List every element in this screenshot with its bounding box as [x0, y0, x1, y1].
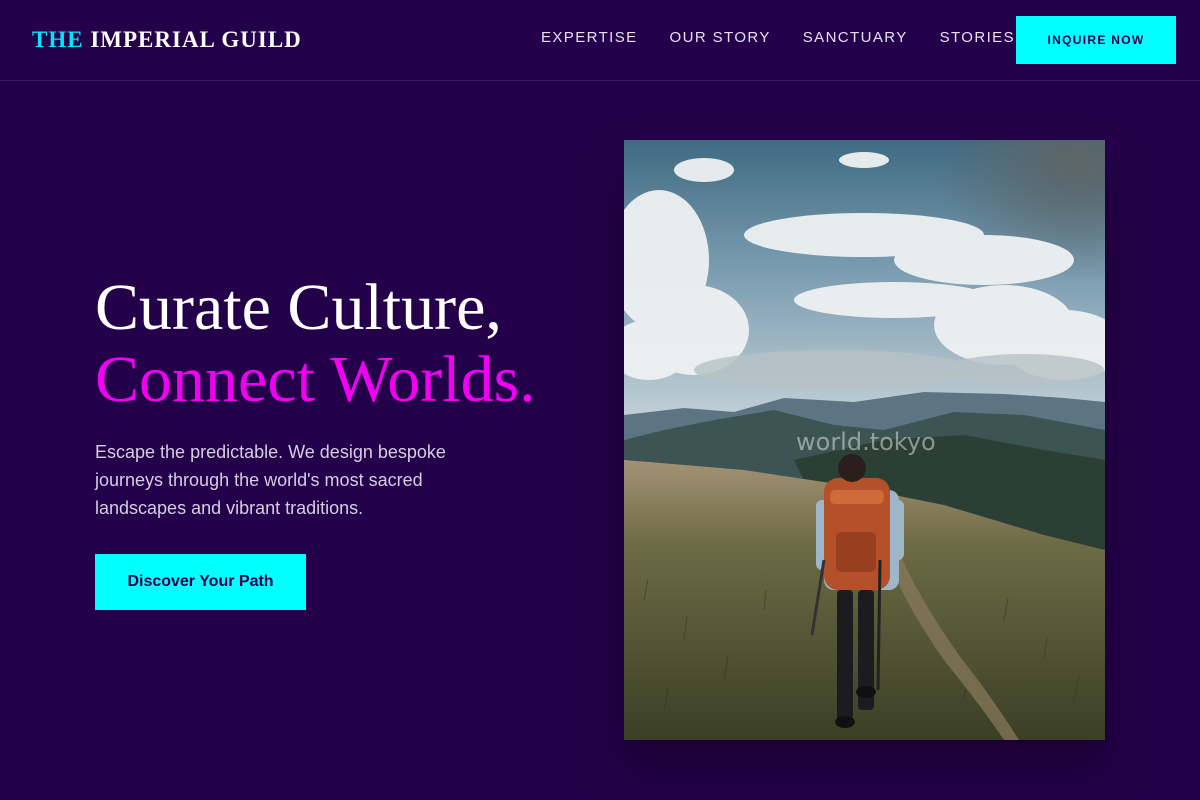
hero-title-line1: Curate Culture,: [95, 271, 502, 344]
nav-item-sanctuary[interactable]: SANCTUARY: [803, 29, 908, 46]
nav-item-our-story[interactable]: OUR STORY: [670, 29, 771, 46]
image-watermark: world.tokyo: [796, 428, 936, 456]
discover-path-button[interactable]: Discover Your Path: [95, 554, 306, 610]
hero-image-hiker: world.tokyo: [624, 140, 1105, 740]
hero-description: Escape the predictable. We design bespok…: [95, 442, 446, 518]
brand-accent-word: THE: [32, 27, 84, 52]
hero-title-line2: Connect Worlds.: [95, 343, 536, 416]
main-nav: EXPERTISE OUR STORY SANCTUARY STORIES: [541, 29, 1015, 46]
brand-name: IMPERIAL GUILD: [90, 27, 302, 52]
brand-logo[interactable]: THE IMPERIAL GUILD: [32, 27, 302, 53]
landing-page: THE IMPERIAL GUILD EXPERTISE OUR STORY S…: [0, 0, 1200, 800]
nav-item-stories[interactable]: STORIES: [940, 29, 1015, 46]
hero-title: Curate Culture, Connect Worlds.: [95, 272, 536, 416]
inquire-now-button[interactable]: INQUIRE NOW: [1016, 16, 1176, 64]
nav-item-expertise[interactable]: EXPERTISE: [541, 29, 638, 46]
site-header: THE IMPERIAL GUILD EXPERTISE OUR STORY S…: [0, 0, 1200, 81]
